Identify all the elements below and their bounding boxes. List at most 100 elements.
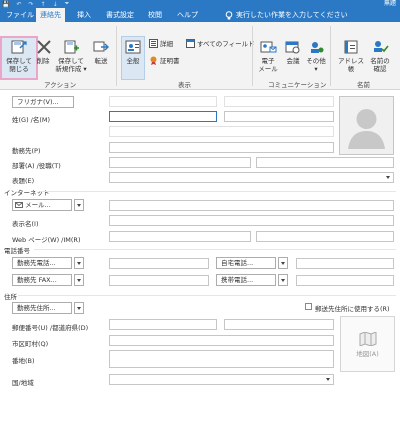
email-type-label: メール...	[25, 201, 51, 209]
tab-help[interactable]: ヘルプ	[177, 8, 198, 22]
save-icon[interactable]: 💾	[2, 1, 9, 8]
forward-icon	[93, 41, 109, 52]
tab-file[interactable]: ファイル	[6, 8, 34, 22]
phone1-field[interactable]	[109, 258, 209, 269]
delete-button[interactable]: 削除	[35, 39, 51, 65]
tab-insert[interactable]: 挿入	[77, 8, 91, 22]
other-dropdown-icon: ▾	[314, 65, 318, 73]
phone4-type-button[interactable]: 携帯電話...	[216, 274, 276, 286]
department-field[interactable]	[109, 157, 251, 168]
ribbon-separator	[330, 26, 331, 86]
customize-qat-icon[interactable]: ⏷	[65, 0, 70, 8]
first-name-field[interactable]	[224, 111, 334, 122]
forward-button[interactable]: 転送	[90, 39, 112, 65]
display-name-field[interactable]	[109, 215, 394, 226]
other-icon	[311, 42, 324, 53]
mailing-address-checkbox[interactable]	[305, 303, 312, 310]
all-fields-button[interactable]: すべてのフィールド	[186, 38, 255, 48]
down-arrow-icon[interactable]: ↓	[53, 1, 58, 8]
phone2-dropdown[interactable]	[278, 257, 288, 269]
phone2-field[interactable]	[296, 258, 394, 269]
email-type-dropdown[interactable]	[74, 199, 84, 211]
check-names-label-1: 名前の	[370, 57, 390, 65]
chevron-down-icon	[326, 378, 330, 381]
certificate-label: 証明書	[160, 57, 180, 65]
section-divider	[34, 249, 396, 250]
phone3-type-button[interactable]: 勤務先 FAX...	[12, 274, 72, 286]
company-label: 勤務先(P)	[12, 147, 41, 155]
web-page-field[interactable]	[109, 231, 251, 242]
web-im-label: Web ページ(W) /IM(R)	[12, 236, 81, 244]
certificate-button[interactable]: 証明書	[149, 55, 180, 65]
delete-label: 削除	[36, 57, 50, 65]
city-field[interactable]	[109, 335, 334, 346]
tell-me-text: 実行したい作業を入力してください	[236, 11, 348, 19]
map-button[interactable]: 地図(A)	[340, 316, 395, 372]
dept-title-label: 部署(A) /役職(T)	[12, 162, 61, 170]
other-label: その他	[306, 57, 326, 65]
save-new-label-1: 保存して	[58, 57, 84, 65]
up-arrow-icon[interactable]: ↑	[41, 1, 46, 8]
address-book-label: アドレス帳	[338, 57, 364, 73]
undo-icon[interactable]: ↶	[16, 1, 21, 8]
save-close-icon	[11, 40, 27, 54]
phone4-field[interactable]	[296, 275, 394, 286]
save-close-button[interactable]: 保存して 閉じる	[3, 39, 35, 73]
general-view-label: 全般	[126, 57, 140, 65]
address-book-button[interactable]: アドレス帳	[335, 39, 367, 73]
delete-icon	[37, 40, 51, 54]
group-label-names: 名前	[357, 81, 370, 89]
address-type-button[interactable]: 勤務先住所...	[12, 302, 72, 314]
email-button[interactable]: 電子 メール	[256, 39, 280, 73]
internet-section-label: インターネット	[4, 189, 50, 197]
furigana-last-field[interactable]	[109, 96, 217, 107]
company-field[interactable]	[109, 142, 334, 153]
email-field[interactable]	[109, 200, 394, 211]
country-select[interactable]	[109, 374, 334, 385]
furigana-button[interactable]: フリガナ(V)...	[12, 96, 74, 108]
file-as-select[interactable]	[109, 172, 394, 183]
contact-photo[interactable]	[339, 96, 394, 155]
chevron-down-icon	[386, 176, 390, 179]
meeting-button[interactable]: 会議	[282, 39, 304, 65]
group-label-communication: コミュニケーション	[268, 81, 327, 89]
phone4-dropdown[interactable]	[278, 274, 288, 286]
phone2-type-button[interactable]: 自宅電話...	[216, 257, 276, 269]
address-type-dropdown[interactable]	[74, 302, 84, 314]
im-address-field[interactable]	[256, 231, 394, 242]
phone3-dropdown[interactable]	[74, 274, 84, 286]
email-type-button[interactable]: メール...	[12, 199, 72, 211]
ribbon-separator	[116, 26, 117, 86]
furigana-first-field[interactable]	[224, 96, 334, 107]
phone1-type-button[interactable]: 勤務先電話...	[12, 257, 72, 269]
ribbon-tabs: ファイル 連絡先 挿入 書式設定 校閲 ヘルプ 実行したい作業を入力してください	[0, 8, 400, 22]
phone-section-label: 電話番号	[4, 247, 30, 255]
general-view-button[interactable]: 全般	[121, 36, 145, 80]
name-label: 姓(G) /名(M)	[12, 116, 51, 124]
save-new-label-2: 新規作成 ▾	[55, 65, 87, 73]
redo-icon[interactable]: ↷	[29, 1, 34, 8]
check-names-button[interactable]: 名前の 確認	[368, 39, 392, 73]
save-new-button[interactable]: 保存して 新規作成 ▾	[53, 39, 89, 73]
tell-me-box[interactable]: 実行したい作業を入力してください	[225, 8, 348, 22]
details-button[interactable]: 詳細	[149, 38, 173, 48]
job-title-field[interactable]	[256, 157, 394, 168]
ribbon-separator	[252, 26, 253, 86]
map-icon	[359, 331, 376, 347]
phone3-field[interactable]	[109, 275, 209, 286]
country-label: 国/地域	[12, 379, 34, 387]
phone1-dropdown[interactable]	[74, 257, 84, 269]
tab-review[interactable]: 校閲	[148, 8, 162, 22]
last-name-field[interactable]	[109, 111, 217, 122]
section-divider	[18, 295, 396, 296]
full-name-field[interactable]	[109, 126, 334, 137]
city-label: 市区町村(Q)	[12, 340, 49, 348]
address-book-icon	[344, 40, 358, 54]
zip-code-field[interactable]	[109, 319, 217, 330]
meeting-icon	[285, 41, 300, 54]
tab-format[interactable]: 書式設定	[106, 8, 134, 22]
street-field[interactable]	[109, 350, 334, 368]
prefecture-field[interactable]	[224, 319, 334, 330]
tab-contact[interactable]: 連絡先	[36, 8, 65, 22]
other-button[interactable]: その他 ▾	[305, 39, 327, 73]
